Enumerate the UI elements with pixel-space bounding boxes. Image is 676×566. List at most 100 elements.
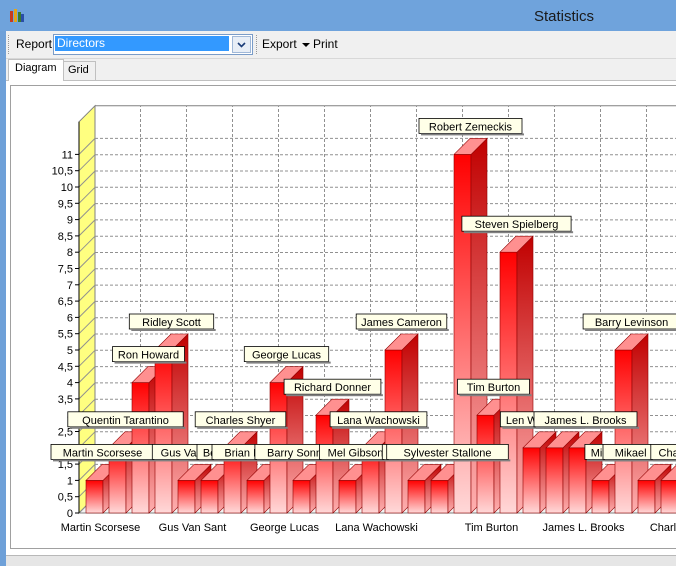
x-tick-label: Gus Van Sant: [159, 522, 227, 534]
y-tick-label: 5,5: [58, 329, 73, 341]
bar-label-shadow: [286, 394, 383, 397]
bar-label-shadow: [114, 361, 187, 364]
bar: [200, 480, 219, 514]
print-button[interactable]: Print: [313, 37, 338, 51]
bar: [637, 480, 656, 514]
bar: [476, 414, 495, 514]
bar-label: Ron Howard: [112, 346, 187, 364]
bar-label-text: Robert Zemeckis: [429, 121, 513, 133]
bar-label: Lana Wachowski: [329, 411, 429, 429]
export-button[interactable]: Export: [262, 37, 310, 51]
bar-label-text: James Cameron: [361, 317, 442, 329]
y-tick-label: 8,5: [58, 231, 73, 243]
y-tick-label: 9: [67, 215, 73, 227]
y-tick-label: 9,5: [58, 198, 73, 210]
caret-down-icon: [301, 42, 310, 47]
y-tick-label: 4,5: [58, 361, 73, 373]
y-tick-label: 7,5: [58, 264, 73, 276]
bar-label: Tim Burton: [457, 378, 532, 397]
bar-label: Charles Shyer: [194, 411, 288, 429]
y-tick-label: 7: [67, 280, 73, 292]
y-tick-label: 6,5: [58, 296, 73, 308]
bar-label-shadow: [358, 329, 449, 331]
bar-label-text: Steven Spielberg: [475, 219, 559, 231]
bar: [568, 447, 587, 514]
bar-label-shadow: [421, 133, 524, 136]
bar-label-shadow: [53, 459, 156, 462]
bar-label-shadow: [463, 231, 574, 234]
bar-label-shadow: [332, 426, 429, 429]
bar-label-shadow: [246, 361, 331, 364]
chart-area: 00,511,522,533,544,555,566,577,588,599,5…: [10, 85, 676, 549]
title-bar: Statistics: [0, 0, 676, 31]
bar-label: Robert Zemeckis: [418, 118, 524, 136]
bar-label-shadow: [388, 459, 511, 462]
bar-label-shadow: [652, 459, 676, 462]
report-label: Report: [16, 37, 53, 51]
bar: [85, 480, 104, 514]
y-tick-label: 10: [61, 182, 73, 194]
export-label: Export: [262, 37, 297, 51]
bar-label-shadow: [197, 426, 288, 429]
y-tick-label: 1: [67, 475, 73, 487]
bar-label-text: George Lucas: [252, 350, 322, 362]
bar: [315, 414, 334, 514]
bar-label-text: Sylvester Stallone: [403, 447, 491, 459]
bar: [292, 480, 311, 514]
report-select[interactable]: Directors: [53, 34, 253, 55]
chevron-down-icon: [237, 42, 246, 48]
bar-label: Martin Scorsese: [50, 443, 156, 462]
bar: [522, 447, 541, 514]
bar-label-text: Martin Scorsese: [63, 447, 142, 459]
tab-grid[interactable]: Grid: [61, 61, 96, 80]
bar-label-shadow: [536, 426, 639, 429]
bar: [430, 480, 449, 514]
window-title: Statistics: [533, 8, 594, 25]
bar-label: James Cameron: [355, 313, 449, 331]
x-tick-label: Martin Scorsese: [61, 522, 140, 534]
status-strip: [6, 555, 676, 566]
bar-label-text: Tim Burton: [467, 382, 520, 394]
bar: [246, 480, 265, 514]
bar-label-text: Quentin Tarantino: [82, 415, 169, 427]
bar-label-text: Mel Gibson: [328, 447, 384, 459]
bar: [177, 480, 196, 514]
bar-label-text: Charles: [659, 447, 676, 459]
bar-label-shadow: [459, 394, 532, 397]
y-tick-label: 5: [67, 345, 73, 357]
bar: [384, 349, 403, 514]
y-tick-label: 0,5: [58, 492, 73, 504]
bar-label-text: Ridley Scott: [142, 317, 201, 329]
window-body: Report Directors Export Print Diagram Gr…: [6, 31, 676, 566]
bar-label-text: James L. Brooks: [545, 415, 627, 427]
bar-label-shadow: [69, 426, 186, 429]
diagram-panel: 00,511,522,533,544,555,566,577,588,599,5…: [6, 80, 676, 556]
y-tick-label: 11: [62, 149, 73, 161]
bar: [338, 480, 357, 514]
dropdown-button[interactable]: [232, 36, 251, 53]
bar: [660, 480, 676, 514]
tab-diagram[interactable]: Diagram: [8, 59, 64, 81]
bar-label: Charles: [650, 443, 676, 462]
bar-label: Steven Spielberg: [461, 215, 574, 234]
y-tick-label: 10,5: [52, 166, 73, 178]
bar-label-text: Ron Howard: [118, 350, 179, 362]
bar-label: Ridley Scott: [128, 313, 216, 331]
bar-label-text: Richard Donner: [294, 382, 371, 394]
y-tick-label: 0: [67, 508, 73, 520]
x-tick-label: James L. Brooks: [543, 522, 625, 534]
bar-label: George Lucas: [243, 346, 331, 364]
bar-label: Richard Donner: [283, 378, 383, 397]
toolbar-grip[interactable]: [8, 35, 12, 54]
bar-label: James L. Brooks: [533, 411, 639, 429]
toolbar: Report Directors Export Print: [6, 31, 676, 59]
bar-label-shadow: [585, 329, 676, 331]
bar-label-shadow: [131, 329, 216, 331]
bar-label-text: Charles Shyer: [206, 415, 276, 427]
bar-label: Quentin Tarantino: [67, 411, 186, 429]
toolbar-separator: [256, 35, 258, 54]
report-select-value: Directors: [55, 36, 229, 51]
y-tick-label: 6: [67, 312, 73, 324]
x-tick-label: Charles Cl: [650, 522, 676, 534]
bar-label-text: Barry Levinson: [595, 317, 668, 329]
